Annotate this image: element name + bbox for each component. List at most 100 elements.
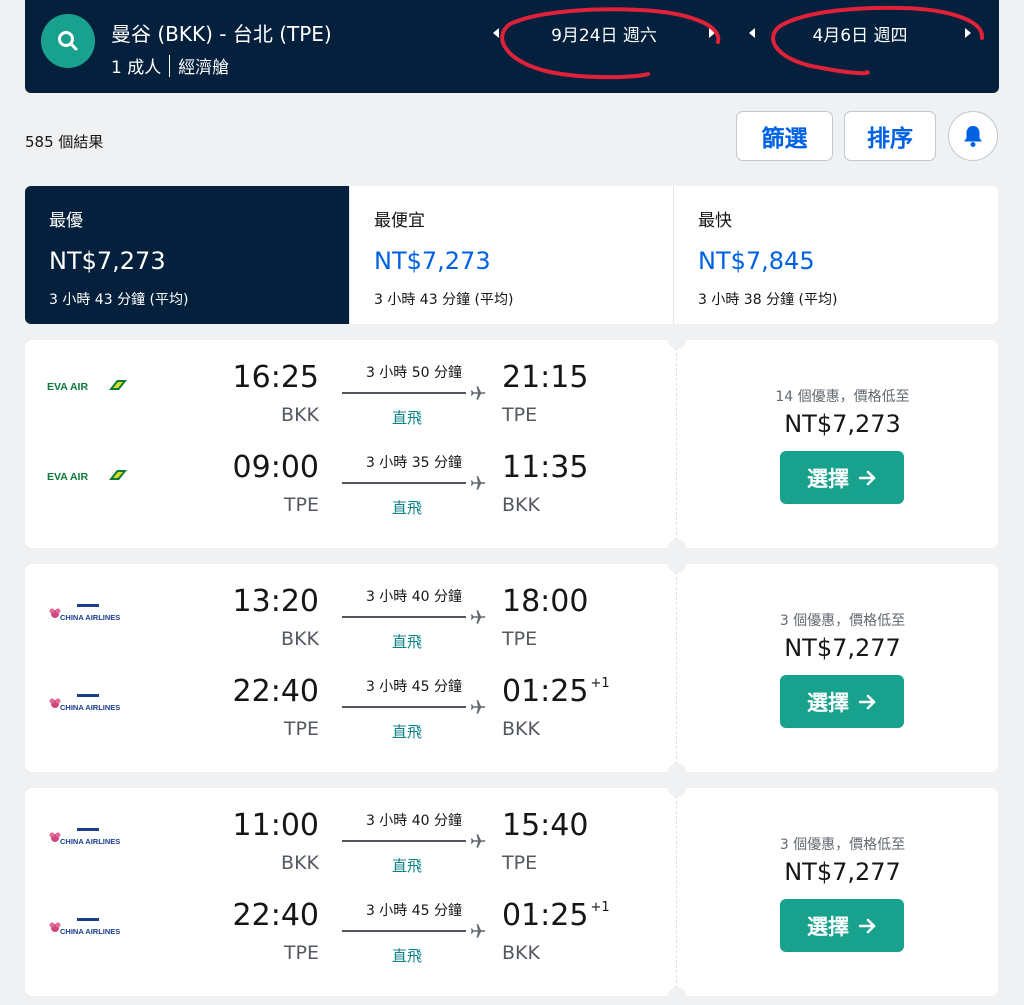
plane-icon [470, 476, 486, 490]
flight-duration: 3 小時 45 分鐘 [365, 679, 463, 695]
lowest-price: NT$7,277 [784, 858, 901, 886]
arrival-airport: TPE [502, 628, 538, 650]
arrival-time-value: 01:25 [502, 898, 589, 933]
stops-label: 直飛 [391, 633, 422, 651]
flight-result-card[interactable]: CHINA AIRLINES 13:20 BKK 3 小時 40 分鐘 直飛 1… [25, 555, 998, 781]
departure-time: 11:00 [232, 808, 319, 843]
search-icon [58, 31, 78, 51]
select-button[interactable]: 選擇 [780, 899, 904, 952]
select-label: 選擇 [807, 690, 849, 715]
arrival-time: 21:15 [502, 360, 590, 395]
stops-label: 直飛 [391, 409, 422, 427]
arrow-right-icon [859, 470, 876, 485]
stops-label: 直飛 [391, 723, 422, 741]
stops-label: 直飛 [391, 857, 422, 875]
outbound-leg: CHINA AIRLINES 11:00 BKK 3 小時 40 分鐘 直飛 1… [25, 788, 676, 878]
next-depart-date-arrow-icon[interactable] [709, 28, 715, 38]
tab-duration: 3 小時 43 分鐘 (平均) [374, 292, 514, 308]
return-leg: EVA AIR 09:00 TPE 3 小時 35 分鐘 直飛 11:35 BK… [25, 430, 676, 520]
china-airlines-logo: CHINA AIRLINES [49, 604, 120, 622]
outbound-leg: EVA AIR 16:25 BKK 3 小時 50 分鐘 直飛 21:15 TP… [25, 340, 676, 430]
arrival-time-value: 11:35 [502, 450, 589, 485]
departure-time: 13:20 [232, 584, 319, 619]
tab-cheapest[interactable]: 最便宜 NT$7,273 3 小時 43 分鐘 (平均) [349, 186, 673, 324]
arrival-time: 18:00 [502, 584, 590, 619]
flight-duration: 3 小時 40 分鐘 [365, 589, 463, 605]
arrival-airport: BKK [502, 494, 540, 516]
search-summary-bar[interactable]: 曼谷 (BKK) - 台北 (TPE) 1 成人 經濟艙 9月24日 週六 4月6… [25, 0, 999, 93]
ticket-notch [668, 987, 686, 1005]
cabin-class: 經濟艙 [178, 58, 230, 78]
passenger-cabin-text: 1 成人 經濟艙 [111, 53, 229, 78]
filter-button[interactable]: 篩選 [736, 111, 833, 161]
deal-count: 3 個優惠，價格低至 [779, 837, 906, 853]
tab-price: NT$7,273 [374, 247, 491, 275]
sort-button[interactable]: 排序 [844, 111, 936, 161]
departure-time: 22:40 [232, 674, 319, 709]
plane-icon [470, 834, 486, 848]
bell-icon [964, 126, 982, 147]
next-return-date-arrow-icon[interactable] [965, 28, 971, 38]
route-line [342, 930, 466, 932]
route-line [342, 482, 466, 484]
passenger-count: 1 成人 [111, 58, 162, 78]
arrival-time-value: 01:25 [502, 674, 589, 709]
tab-fastest[interactable]: 最快 NT$7,845 3 小時 38 分鐘 (平均) [673, 186, 998, 324]
depart-date: 9月24日 週六 [551, 26, 657, 46]
select-label: 選擇 [807, 466, 849, 491]
tab-title: 最快 [698, 211, 732, 231]
tab-duration: 3 小時 38 分鐘 (平均) [698, 292, 838, 308]
arrival-airport: BKK [502, 718, 540, 740]
select-button[interactable]: 選擇 [780, 675, 904, 728]
plane-icon [470, 700, 486, 714]
route-line [342, 706, 466, 708]
eva-air-logo: EVA AIR [47, 380, 127, 393]
china-airlines-logo: CHINA AIRLINES [49, 918, 120, 936]
tab-duration: 3 小時 43 分鐘 (平均) [49, 292, 189, 308]
china-airlines-logo-text: CHINA AIRLINES [60, 703, 120, 712]
departure-time: 22:40 [232, 898, 319, 933]
eva-air-logo-text: EVA AIR [47, 381, 88, 393]
arrival-airport: TPE [502, 852, 538, 874]
select-button[interactable]: 選擇 [780, 451, 904, 504]
plane-icon [470, 924, 486, 938]
tab-best[interactable]: 最優 NT$7,273 3 小時 43 分鐘 (平均) [25, 186, 349, 324]
stops-label: 直飛 [391, 499, 422, 517]
arrival-time: 11:35 [502, 450, 590, 485]
departure-time: 09:00 [232, 450, 319, 485]
result-count: 585 個結果 [25, 133, 104, 151]
day-offset: +1 [590, 676, 610, 691]
plane-icon [470, 610, 486, 624]
airline-logo: CHINA AIRLINES [47, 914, 127, 942]
lowest-price: NT$7,273 [784, 410, 901, 438]
tab-price: NT$7,845 [698, 247, 815, 275]
arrival-time-value: 21:15 [502, 360, 589, 395]
return-date-picker[interactable]: 4月6日 週四 [749, 12, 971, 52]
tab-title: 最便宜 [374, 211, 425, 231]
search-button[interactable] [41, 14, 95, 68]
ticket-divider [676, 348, 677, 540]
price-alert-button[interactable] [948, 111, 998, 161]
arrival-airport: TPE [502, 404, 538, 426]
airline-logo: CHINA AIRLINES [47, 690, 127, 718]
china-airlines-logo-text: CHINA AIRLINES [60, 613, 120, 622]
departure-airport: TPE [283, 718, 319, 740]
china-airlines-logo-text: CHINA AIRLINES [60, 927, 120, 936]
flight-result-card[interactable]: CHINA AIRLINES 11:00 BKK 3 小時 40 分鐘 直飛 1… [25, 779, 998, 1005]
china-airlines-logo: CHINA AIRLINES [49, 828, 120, 846]
flight-duration: 3 小時 45 分鐘 [365, 903, 463, 919]
arrival-time-value: 18:00 [502, 584, 589, 619]
flight-duration: 3 小時 40 分鐘 [365, 813, 463, 829]
airline-logo: EVA AIR [47, 376, 127, 398]
airline-logo: CHINA AIRLINES [47, 600, 127, 628]
arrival-time: 15:40 [502, 808, 590, 843]
departure-airport: BKK [281, 404, 319, 426]
sort-summary-tabs: 最優 NT$7,273 3 小時 43 分鐘 (平均) 最便宜 NT$7,273… [25, 186, 998, 324]
depart-date-picker[interactable]: 9月24日 週六 [493, 12, 715, 52]
arrival-time: 01:25 +1 [502, 674, 610, 709]
flight-duration: 3 小時 50 分鐘 [365, 365, 463, 381]
ticket-divider [676, 796, 677, 988]
airline-logo: CHINA AIRLINES [47, 824, 127, 852]
flight-result-card[interactable]: EVA AIR 16:25 BKK 3 小時 50 分鐘 直飛 21:15 TP… [25, 331, 998, 557]
lowest-price: NT$7,277 [784, 634, 901, 662]
